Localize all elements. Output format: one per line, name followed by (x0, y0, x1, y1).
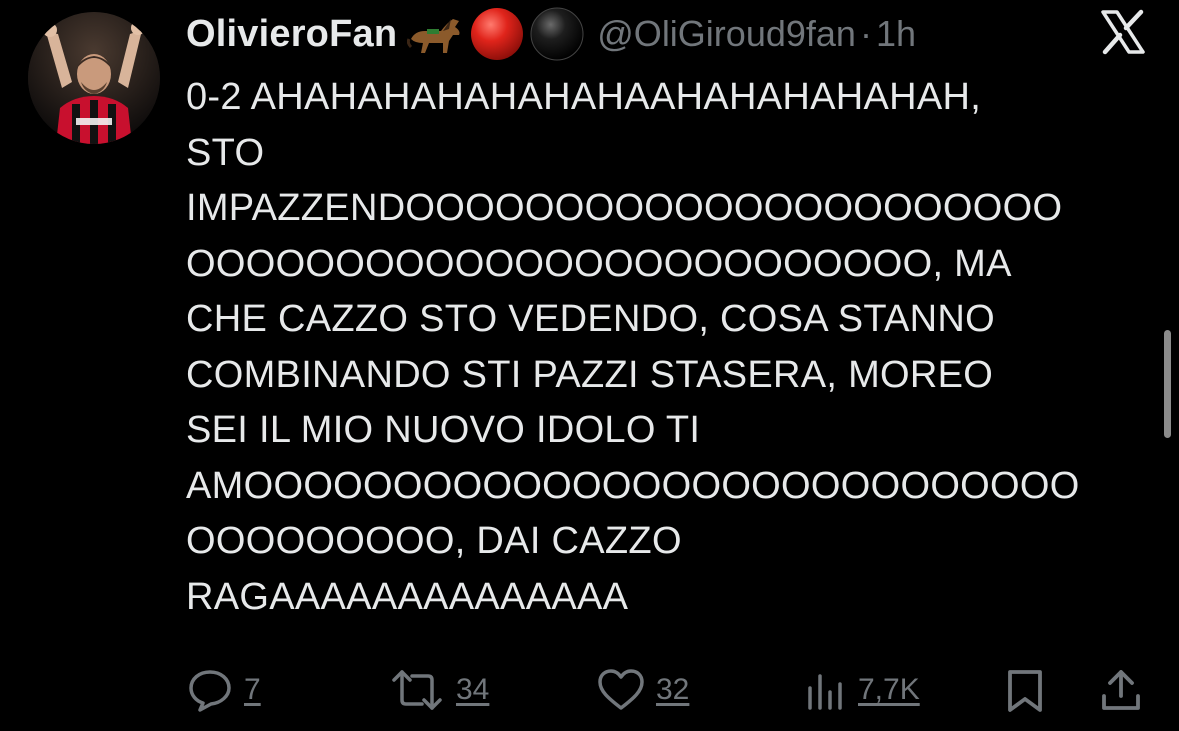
repost-icon (392, 670, 442, 710)
red-circle-emoji-icon (471, 8, 524, 60)
repost-count: 34 (456, 673, 490, 706)
handle[interactable]: @OliGiroud9fan (597, 13, 856, 54)
display-name[interactable]: OlivieroFan (186, 13, 397, 56)
repost-button[interactable]: 34 (388, 664, 489, 716)
tweet-text: 0-2 AHAHAHAHAHAHAHAAHAHAHAHAHAH, STO IMP… (186, 70, 1161, 625)
avatar-image (28, 12, 160, 144)
tweet-text-line: 0-2 AHAHAHAHAHAHAHAAHAHAHAHAHAH, (186, 76, 982, 118)
tweet-text-line: COMBINANDO STI PAZZI STASERA, MOREO (186, 353, 994, 396)
heart-icon (598, 669, 644, 710)
views-icon (808, 674, 842, 710)
like-button[interactable]: 32 (596, 664, 689, 716)
horse-emoji-icon (407, 19, 460, 53)
bookmark-icon (1008, 670, 1042, 712)
x-logo-icon (1101, 9, 1145, 55)
views-count: 7,7K (858, 673, 920, 706)
reply-button[interactable]: 7 (186, 664, 261, 716)
avatar[interactable] (28, 12, 160, 144)
views-button[interactable]: 7,7K (800, 664, 920, 716)
like-count: 32 (656, 673, 690, 706)
tweet-text-line: SEI IL MIO NUOVO IDOLO TI (186, 409, 701, 451)
action-bar: 7 34 32 7,7K (186, 664, 1146, 716)
scrollbar[interactable] (1164, 330, 1171, 438)
share-icon (1102, 670, 1140, 710)
handle-and-time: @OliGiroud9fan · 1h (597, 13, 916, 55)
tweet-text-line: OOOOOOOOO, DAI CAZZO (186, 520, 682, 562)
tweet-header: OlivieroFan @OliGiroud9fan · 1h (186, 6, 916, 62)
tweet-text-line: RAGAAAAAAAAAAAAAA (186, 575, 629, 618)
tweet-text-line: CHE CAZZO STO VEDENDO, COSA STANNO (186, 298, 996, 340)
reply-icon (189, 670, 231, 712)
separator: · (859, 13, 872, 54)
tweet-text-line: OOOOOOOOOOOOOOOOOOOOOOOOO, MA (186, 242, 1012, 285)
share-button[interactable] (1098, 664, 1144, 716)
tweet-text-line: AMOOOOOOOOOOOOOOOOOOOOOOOOOOOO (186, 464, 1080, 507)
reply-count: 7 (244, 673, 261, 706)
name-emojis (407, 6, 585, 62)
black-circle-emoji-icon (530, 7, 584, 61)
bookmark-button[interactable] (1002, 664, 1048, 716)
tweet-text-line: IMPAZZENDOOOOOOOOOOOOOOOOOOOOOO (186, 187, 1063, 229)
tweet-text-line: STO (186, 131, 265, 174)
timestamp[interactable]: 1h (876, 13, 916, 54)
